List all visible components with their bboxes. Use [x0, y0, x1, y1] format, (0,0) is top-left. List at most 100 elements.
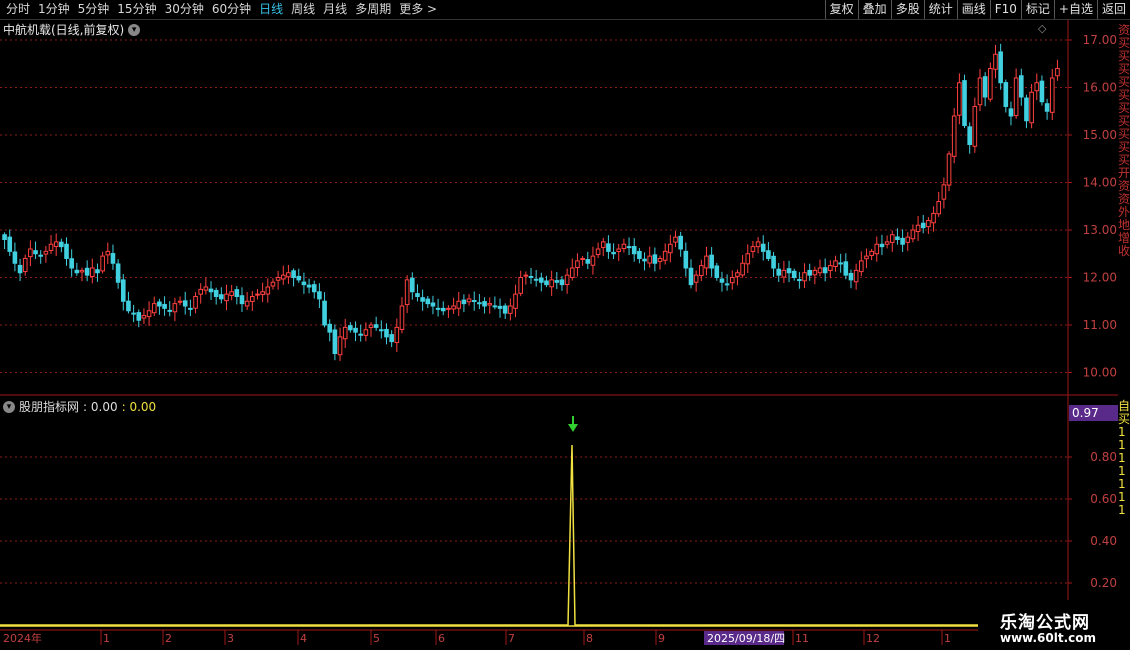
candle-body: [771, 255, 776, 269]
candle-body: [322, 300, 327, 326]
candle-body: [693, 274, 699, 283]
candle-body: [84, 267, 90, 276]
candle-body: [358, 333, 363, 336]
candle-body: [198, 288, 204, 295]
candle-body: [533, 278, 539, 281]
candle-body: [652, 254, 658, 264]
kline-chart[interactable]: 17.00 16.00 15.00 14.00 13.00 12.00 11.00 10.00…: [0, 0, 1130, 650]
candle-body: [585, 259, 591, 264]
signal-arrow-icon: [568, 424, 578, 432]
candle-body: [451, 305, 456, 310]
candle-body: [972, 106, 978, 147]
candle-body: [957, 82, 962, 116]
candle-body: [879, 243, 885, 248]
candle-body: [265, 286, 271, 295]
candle-body: [162, 303, 167, 309]
candle-body: [239, 295, 245, 305]
candle-body: [311, 284, 317, 293]
indicator-value-1: : 0.00: [83, 399, 118, 414]
chevron-down-icon[interactable]: ▾: [3, 400, 15, 413]
candle-body: [915, 224, 921, 233]
signal-line: [0, 444, 1068, 626]
candle-body: [64, 243, 69, 259]
candle-body: [616, 248, 622, 253]
candle-body: [781, 269, 787, 278]
price-tick-label: 14.00: [1083, 176, 1117, 190]
candle-body: [905, 236, 911, 243]
month-label: 5: [373, 632, 380, 645]
candle-body: [714, 265, 720, 278]
candle-body: [895, 236, 900, 241]
candle-body: [766, 250, 771, 260]
candle-body: [208, 288, 214, 293]
candle-body: [477, 302, 482, 305]
candle-body: [348, 325, 353, 331]
candle-body: [920, 222, 926, 229]
candle-body: [404, 279, 410, 306]
month-label: 2: [165, 632, 172, 645]
price-tick-label: 11.00: [1083, 318, 1117, 332]
candle-body: [926, 220, 931, 228]
candle-body: [157, 301, 162, 307]
candle-body: [100, 255, 105, 272]
candle-body: [900, 237, 905, 245]
candle-body: [554, 280, 560, 283]
candle-body: [229, 291, 234, 296]
month-label: 6: [438, 632, 445, 645]
month-label: 8: [586, 632, 593, 645]
candle-body: [662, 250, 668, 261]
candle-body: [833, 260, 838, 268]
candle-body: [317, 291, 322, 300]
candle-body: [797, 279, 802, 282]
date-start-label: 2024年: [3, 631, 42, 645]
candle-body: [95, 269, 100, 274]
candle-body: [977, 77, 983, 106]
candle-body: [822, 267, 828, 274]
candle-body: [151, 303, 157, 314]
candle-body: [688, 267, 694, 286]
candle-body: [931, 212, 936, 224]
watermark-title: 乐淘公式网: [1000, 613, 1090, 633]
candle-body: [539, 277, 544, 283]
candle-body: [466, 298, 472, 303]
candle-body: [668, 243, 673, 254]
month-label: 4: [300, 632, 307, 645]
candle-body: [683, 250, 689, 269]
candle-body: [286, 272, 291, 278]
candle-body: [28, 248, 33, 258]
right-info-panel: 资买买买买买买买买买买开资资外地增收 自买1111111: [1118, 20, 1130, 650]
month-label: 7: [508, 632, 515, 645]
candle-body: [115, 263, 121, 283]
indicator-title: ▾ 股朋指标网 : 0.00 : 0.00: [3, 398, 156, 415]
candle-body: [471, 300, 477, 303]
candle-body: [379, 329, 384, 332]
indicator-value-2: : 0.00: [121, 399, 157, 414]
watermark: 乐淘公式网 www.60lt.com: [978, 600, 1130, 650]
candle-body: [910, 229, 916, 240]
candle-body: [43, 250, 49, 255]
candle-body: [22, 258, 28, 273]
candle-body: [848, 272, 854, 281]
candle-body: [678, 235, 683, 250]
candle-body: [523, 274, 529, 277]
candle-body: [993, 53, 998, 70]
month-label: 11: [795, 632, 809, 645]
candle-body: [874, 243, 880, 255]
indicator-tick-label: 0.40: [1090, 534, 1117, 548]
candle-body: [497, 305, 503, 309]
candle-body: [998, 51, 1003, 84]
candle-body: [203, 286, 209, 291]
candle-body: [389, 334, 394, 343]
candle-body: [141, 315, 147, 319]
candle-body: [600, 241, 606, 248]
candle-body: [59, 241, 64, 248]
candle-body: [611, 251, 616, 255]
candle-body: [435, 307, 441, 310]
candle-body: [79, 269, 85, 273]
candle-body: [2, 234, 7, 240]
candle-body: [48, 243, 54, 251]
candle-body: [719, 278, 725, 283]
candle-body: [33, 250, 38, 255]
candle-body: [518, 277, 523, 294]
candle-body: [513, 293, 518, 309]
